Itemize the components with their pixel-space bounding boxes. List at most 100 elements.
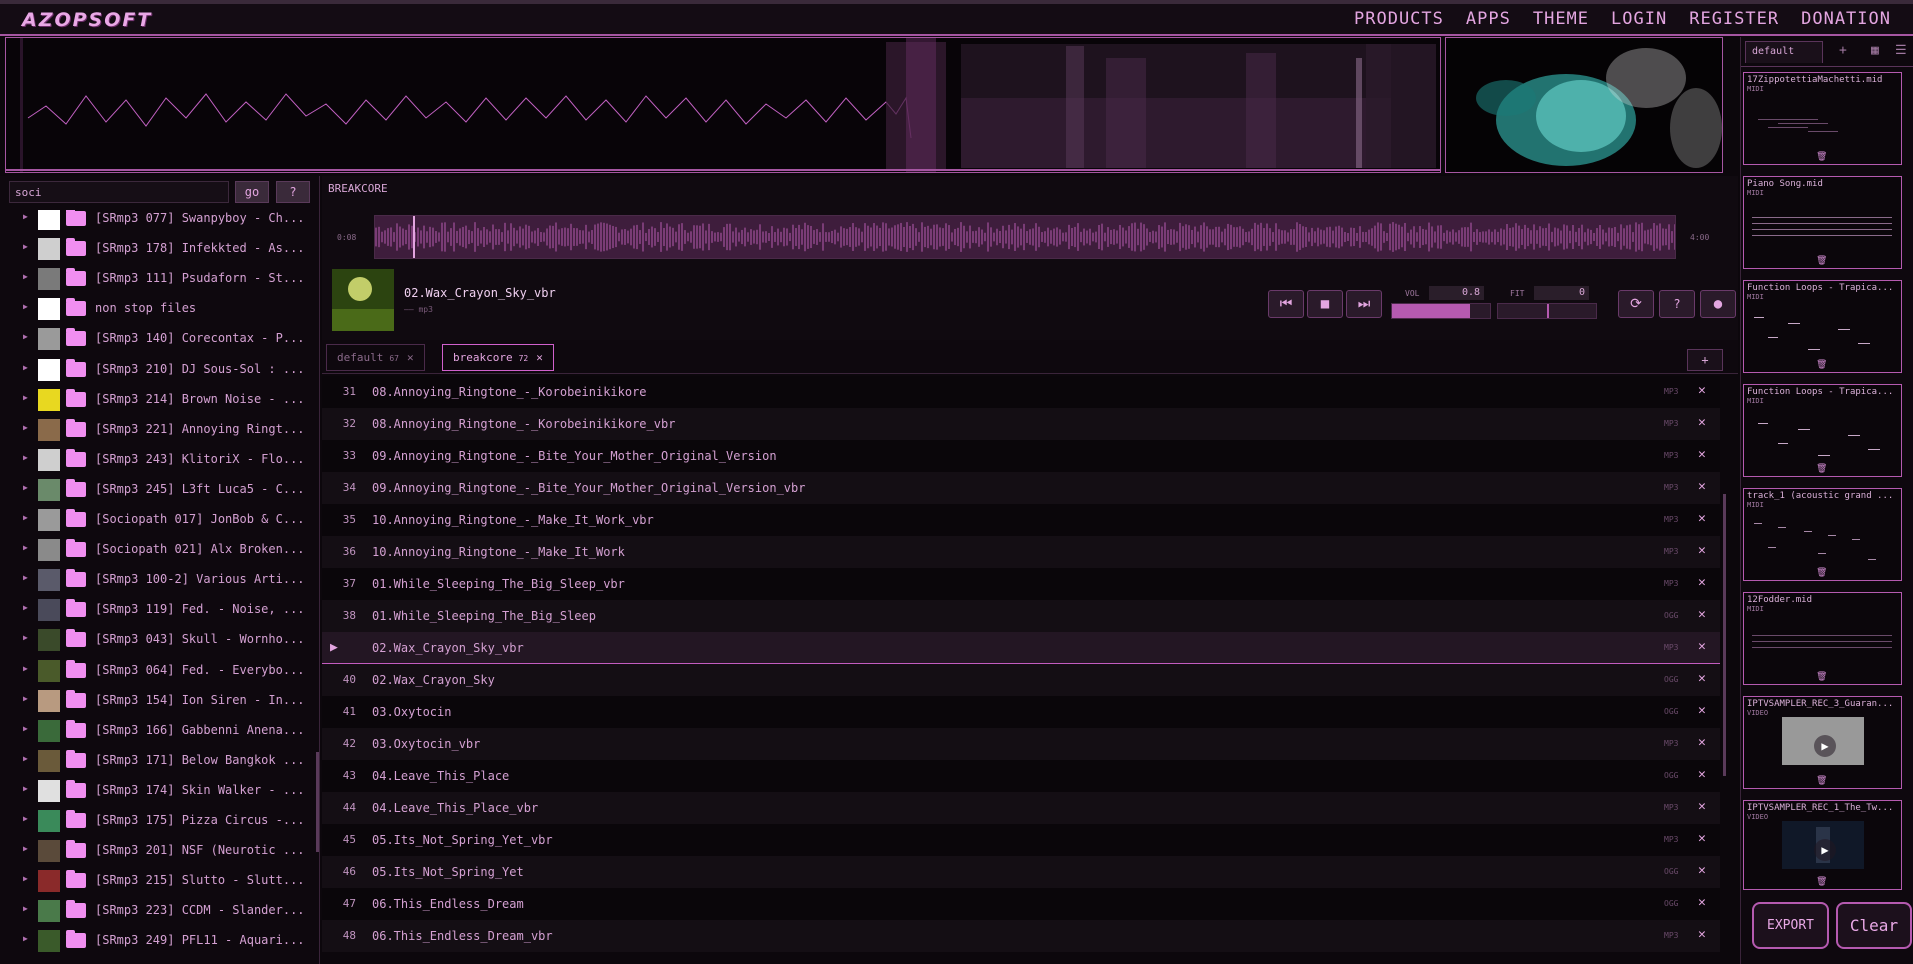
media-card[interactable]: IPTVSAMPLER_REC_3_Guaran... VIDEO ▶ 🗑 — [1743, 696, 1902, 789]
tree-folder-item[interactable]: ▶ [SRmp3 077] Swanpyboy - Ch... — [0, 210, 316, 234]
expand-arrow-icon[interactable]: ▶ — [23, 694, 28, 703]
track-row[interactable]: 41 03.Oxytocin OGG ✕ — [322, 696, 1720, 728]
tree-folder-item[interactable]: ▶ [SRmp3 064] Fed. - Everybo... — [0, 656, 316, 686]
track-row[interactable]: 32 08.Annoying_Ringtone_-_Korobeinikikore… — [322, 408, 1720, 440]
help-button[interactable]: ? — [276, 181, 310, 203]
tree-scrollbar[interactable] — [316, 752, 319, 852]
remove-track-icon[interactable]: ✕ — [1698, 479, 1706, 494]
tree-folder-item[interactable]: ▶ [SRmp3 100-2] Various Arti... — [0, 565, 316, 595]
grid-icon[interactable]: ▦ — [1871, 43, 1879, 58]
tree-folder-item[interactable]: ▶ non stop files — [0, 294, 316, 324]
tree-folder-item[interactable]: ▶ [SRmp3 223] CCDM - Slander... — [0, 896, 316, 926]
track-row[interactable]: 48 06.This_Endless_Dream_vbr MP3 ✕ — [322, 920, 1720, 952]
expand-arrow-icon[interactable]: ▶ — [23, 543, 28, 552]
track-row[interactable]: 35 10.Annoying_Ringtone_-_Make_It_Work_vb… — [322, 504, 1720, 536]
delete-icon[interactable]: 🗑 — [1816, 464, 1827, 474]
media-card[interactable]: Function Loops - Trapica... MIDI 🗑 — [1743, 280, 1902, 373]
volume-value[interactable]: 0.8 — [1429, 286, 1484, 300]
tree-folder-item[interactable]: ▶ [SRmp3 214] Brown Noise - ... — [0, 385, 316, 415]
nav-apps[interactable]: APPS — [1466, 9, 1511, 29]
remove-track-icon[interactable]: ✕ — [1698, 383, 1706, 398]
delete-icon[interactable]: 🗑 — [1816, 256, 1827, 266]
expand-arrow-icon[interactable]: ▶ — [23, 212, 28, 221]
expand-arrow-icon[interactable]: ▶ — [23, 272, 28, 281]
remove-track-icon[interactable]: ✕ — [1698, 831, 1706, 846]
expand-arrow-icon[interactable]: ▶ — [23, 483, 28, 492]
remove-track-icon[interactable]: ✕ — [1698, 607, 1706, 622]
delete-icon[interactable]: 🗑 — [1816, 776, 1827, 786]
track-row[interactable]: 44 04.Leave_This_Place_vbr MP3 ✕ — [322, 792, 1720, 824]
delete-icon[interactable]: 🗑 — [1816, 877, 1827, 887]
remove-track-icon[interactable]: ✕ — [1698, 575, 1706, 590]
media-card[interactable]: Piano Song.mid MIDI 🗑 — [1743, 176, 1902, 269]
close-icon[interactable]: ✕ — [407, 351, 414, 364]
expand-arrow-icon[interactable]: ▶ — [23, 603, 28, 612]
track-row[interactable]: 31 08.Annoying_Ringtone_-_Korobeinikikore… — [322, 376, 1720, 408]
remove-track-icon[interactable]: ✕ — [1698, 703, 1706, 718]
nav-login[interactable]: LOGIN — [1611, 9, 1667, 29]
remove-track-icon[interactable]: ✕ — [1698, 863, 1706, 878]
record-button[interactable]: ● — [1700, 290, 1736, 318]
help-button-player[interactable]: ? — [1659, 290, 1695, 318]
track-row[interactable]: ▶ 02.Wax_Crayon_Sky_vbr MP3 ✕ — [322, 632, 1720, 664]
add-icon[interactable]: + — [1839, 43, 1847, 58]
search-input[interactable] — [9, 181, 229, 203]
nav-donation[interactable]: DONATION — [1801, 9, 1891, 29]
media-card[interactable]: 17ZippotettiaMachetti.mid MIDI 🗑 — [1743, 72, 1902, 165]
remove-track-icon[interactable]: ✕ — [1698, 447, 1706, 462]
tree-folder-item[interactable]: ▶ [SRmp3 154] Ion Siren - In... — [0, 686, 316, 716]
volume-slider[interactable] — [1391, 303, 1491, 319]
sidebar-tab-default[interactable]: default — [1745, 41, 1823, 63]
remove-track-icon[interactable]: ✕ — [1698, 543, 1706, 558]
tab-default[interactable]: default 67 ✕ — [326, 344, 425, 371]
fit-value[interactable]: 0 — [1534, 286, 1589, 300]
expand-arrow-icon[interactable]: ▶ — [23, 423, 28, 432]
play-icon[interactable]: ▶ — [1814, 735, 1836, 757]
media-card[interactable]: 12Fodder.mid MIDI 🗑 — [1743, 592, 1902, 685]
site-logo[interactable]: AZOPSOFT — [22, 9, 152, 31]
add-tab-button[interactable]: + — [1687, 349, 1723, 371]
search-go-button[interactable]: go — [235, 181, 269, 203]
expand-arrow-icon[interactable]: ▶ — [23, 754, 28, 763]
remove-track-icon[interactable]: ✕ — [1698, 639, 1706, 654]
tree-folder-item[interactable]: ▶ [SRmp3 111] Psudaforn - St... — [0, 264, 316, 294]
tree-folder-item[interactable]: ▶ [SRmp3 043] Skull - Wornho... — [0, 625, 316, 655]
track-waveform[interactable] — [374, 215, 1676, 259]
clear-button[interactable]: Clear — [1836, 902, 1912, 949]
expand-arrow-icon[interactable]: ▶ — [23, 573, 28, 582]
tree-folder-item[interactable]: ▶ [SRmp3 201] NSF (Neurotic ... — [0, 836, 316, 866]
track-row[interactable]: 38 01.While_Sleeping_The_Big_Sleep OGG ✕ — [322, 600, 1720, 632]
playhead[interactable] — [413, 216, 415, 258]
list-scrollbar[interactable] — [1723, 494, 1726, 776]
tree-folder-item[interactable]: ▶ [SRmp3 171] Below Bangkok ... — [0, 746, 316, 776]
tab-breakcore[interactable]: breakcore 72 ✕ — [442, 344, 554, 371]
expand-arrow-icon[interactable]: ▶ — [23, 844, 28, 853]
tree-folder-item[interactable]: ▶ [SRmp3 166] Gabbenni Anena... — [0, 716, 316, 746]
media-card[interactable]: IPTVSAMPLER_REC_1_The_Tw... VIDEO ▶ 🗑 — [1743, 800, 1902, 890]
tree-folder-item[interactable]: ▶ [SRmp3 210] DJ Sous-Sol : ... — [0, 355, 316, 385]
tree-folder-item[interactable]: ▶ [SRmp3 215] Slutto - Slutt... — [0, 866, 316, 896]
tree-folder-item[interactable]: ▶ [SRmp3 243] KlitoriX - Flo... — [0, 445, 316, 475]
expand-arrow-icon[interactable]: ▶ — [23, 302, 28, 311]
media-card[interactable]: Function Loops - Trapica... MIDI 🗑 — [1743, 384, 1902, 477]
track-row[interactable]: 46 05.Its_Not_Spring_Yet OGG ✕ — [322, 856, 1720, 888]
remove-track-icon[interactable]: ✕ — [1698, 767, 1706, 782]
expand-arrow-icon[interactable]: ▶ — [23, 874, 28, 883]
play-icon[interactable]: ▶ — [1814, 839, 1836, 861]
delete-icon[interactable]: 🗑 — [1816, 672, 1827, 682]
remove-track-icon[interactable]: ✕ — [1698, 895, 1706, 910]
track-row[interactable]: 43 04.Leave_This_Place OGG ✕ — [322, 760, 1720, 792]
expand-arrow-icon[interactable]: ▶ — [23, 784, 28, 793]
track-row[interactable]: 36 10.Annoying_Ringtone_-_Make_It_Work MP3… — [322, 536, 1720, 568]
expand-arrow-icon[interactable]: ▶ — [23, 814, 28, 823]
menu-icon[interactable]: ☰ — [1895, 43, 1907, 58]
track-row[interactable]: 34 09.Annoying_Ringtone_-_Bite_Your_Mothe… — [322, 472, 1720, 504]
stop-button[interactable]: ■ — [1307, 290, 1343, 318]
repeat-button[interactable]: ⟳ — [1618, 290, 1654, 318]
tree-folder-item[interactable]: ▶ [SRmp3 140] Corecontax - P... — [0, 324, 316, 354]
expand-arrow-icon[interactable]: ▶ — [23, 332, 28, 341]
track-row[interactable]: 47 06.This_Endless_Dream OGG ✕ — [322, 888, 1720, 920]
tree-folder-item[interactable]: ▶ [SRmp3 175] Pizza Circus -... — [0, 806, 316, 836]
tree-folder-item[interactable]: ▶ [SRmp3 178] Infekkted - As... — [0, 234, 316, 264]
nav-theme[interactable]: THEME — [1533, 9, 1589, 29]
